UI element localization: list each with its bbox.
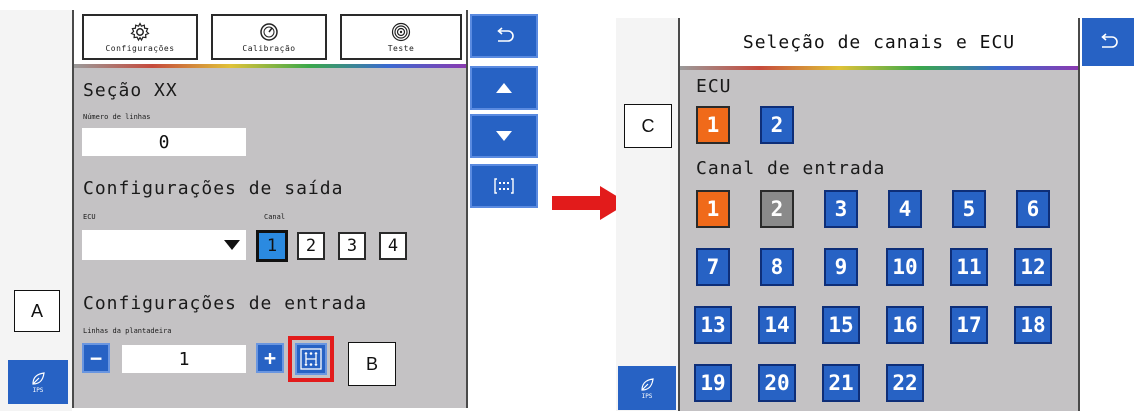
- gear-icon: [130, 21, 150, 41]
- output-section-title: Configurações de saída: [83, 178, 344, 199]
- channel-option-14[interactable]: 14: [758, 306, 796, 344]
- section-title: Seção XX: [83, 80, 178, 101]
- right-side-strip: [616, 18, 678, 411]
- arrow-up-icon: [496, 83, 512, 93]
- undo-icon: [1101, 33, 1118, 48]
- channel-option-16[interactable]: 16: [886, 306, 924, 344]
- input-channel-label: Canal de entrada: [696, 158, 886, 179]
- leaf-icon: [641, 377, 654, 391]
- arrow-down-icon: [496, 131, 512, 141]
- gauge-icon: [260, 22, 278, 41]
- channel-option-20[interactable]: 20: [758, 364, 796, 402]
- grid-view-button[interactable]: [470, 164, 538, 208]
- channel-option-13[interactable]: 13: [694, 306, 732, 344]
- num-lines-field[interactable]: 0: [82, 128, 246, 156]
- dropdown-caret-icon: [224, 240, 240, 250]
- output-channel-2[interactable]: 2: [297, 232, 325, 260]
- right-nav-column: [1080, 18, 1134, 411]
- undo-button[interactable]: [470, 14, 538, 58]
- tab-bar-color-strip: [74, 64, 466, 68]
- ecu-option-1[interactable]: 1: [696, 106, 730, 144]
- channel-option-12[interactable]: 12: [1014, 248, 1052, 286]
- target-icon: [391, 22, 411, 41]
- channel-option-8[interactable]: 8: [760, 248, 794, 286]
- channel-option-6[interactable]: 6: [1016, 190, 1050, 228]
- channel-option-9[interactable]: 9: [824, 248, 858, 286]
- channel-option-10[interactable]: 10: [886, 248, 924, 286]
- channel-option-3[interactable]: 3: [824, 190, 858, 228]
- ips-label-right: IPS: [641, 392, 653, 400]
- channel-option-17[interactable]: 17: [950, 306, 988, 344]
- channel-select-button[interactable]: [295, 343, 327, 375]
- ecu-dropdown[interactable]: [82, 230, 246, 260]
- channel-option-22[interactable]: 22: [886, 364, 924, 402]
- back-button[interactable]: [1082, 18, 1134, 66]
- callout-b: B: [348, 342, 396, 386]
- output-channel-4[interactable]: 4: [379, 232, 407, 260]
- tab-configuracoes[interactable]: Configurações: [82, 14, 198, 60]
- scroll-up-button[interactable]: [470, 66, 538, 110]
- output-channel-1[interactable]: 1: [256, 230, 288, 262]
- channel-grid-icon: [300, 348, 322, 370]
- channel-option-1[interactable]: 1: [696, 190, 730, 228]
- undo-icon: [497, 27, 514, 42]
- callout-a: A: [14, 290, 60, 332]
- channel-option-2[interactable]: 2: [760, 190, 794, 228]
- planter-lines-field[interactable]: 1: [122, 345, 246, 373]
- decrement-button[interactable]: −: [82, 343, 110, 373]
- channel-selection-title: Seleção de canais e ECU: [680, 18, 1078, 66]
- tab-configuracoes-label: Configurações: [105, 43, 175, 53]
- ips-label-left: IPS: [32, 386, 44, 394]
- num-lines-label: Número de linhas: [83, 113, 151, 121]
- ecu-option-2[interactable]: 2: [760, 106, 794, 144]
- tab-calibracao-label: Calibração: [242, 43, 296, 53]
- title-color-strip: [680, 66, 1078, 70]
- output-channel-3[interactable]: 3: [338, 232, 366, 260]
- channel-option-21[interactable]: 21: [822, 364, 860, 402]
- channel-option-15[interactable]: 15: [822, 306, 860, 344]
- planter-lines-label: Linhas da plantadeira: [83, 327, 172, 335]
- callout-c: C: [624, 104, 672, 148]
- output-ecu-label: ECU: [83, 213, 96, 221]
- leaf-icon: [32, 371, 45, 385]
- scroll-down-button[interactable]: [470, 114, 538, 158]
- output-canal-label: Canal: [264, 213, 286, 221]
- channel-option-7[interactable]: 7: [696, 248, 730, 286]
- grid-icon: [494, 178, 514, 194]
- channel-option-19[interactable]: 19: [694, 364, 732, 402]
- channel-option-11[interactable]: 11: [950, 248, 988, 286]
- ips-button-right[interactable]: IPS: [618, 366, 676, 410]
- channel-option-4[interactable]: 4: [888, 190, 922, 228]
- increment-button[interactable]: +: [256, 343, 284, 373]
- left-side-strip: [0, 10, 72, 411]
- channel-option-18[interactable]: 18: [1014, 306, 1052, 344]
- tab-teste-label: Teste: [387, 43, 415, 53]
- channel-option-5[interactable]: 5: [952, 190, 986, 228]
- input-section-title: Configurações de entrada: [83, 293, 368, 314]
- ecu-section-label: ECU: [696, 76, 732, 97]
- tab-calibracao[interactable]: Calibração: [211, 14, 327, 60]
- ips-button-left[interactable]: IPS: [8, 360, 68, 404]
- tab-teste[interactable]: Teste: [340, 14, 462, 60]
